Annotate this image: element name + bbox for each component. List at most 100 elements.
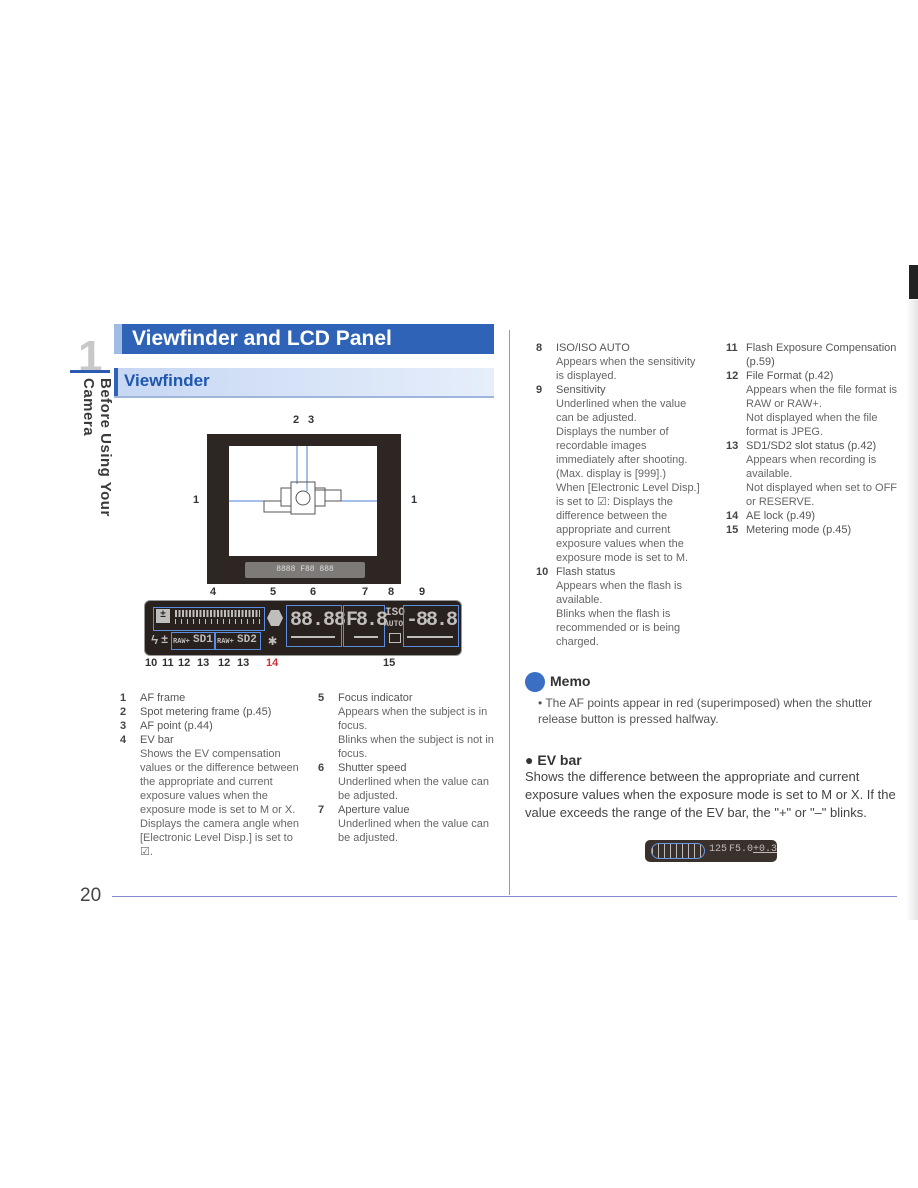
list-item: 10 Flash status Appears when the flash is … [536, 565, 706, 649]
item-description: Appears when the subject is in focus. [338, 706, 488, 732]
item-title: Flash status [556, 566, 616, 578]
item-body: Metering mode (p.45) [746, 523, 898, 537]
item-number: 9 [536, 384, 543, 396]
memo-text-body: The AF points appear in red (superimpose… [538, 696, 873, 726]
item-description: Blinks when the flash is recommended or … [556, 608, 681, 648]
label-8: 8 [388, 586, 395, 598]
iso-indicator: ISO [385, 607, 405, 619]
aperture-display: F8.8 [346, 609, 388, 632]
item-body: Aperture value Underlined when the value … [338, 803, 498, 845]
item-description: Blinks when the subject is not in focus. [338, 734, 494, 760]
label-6: 6 [310, 586, 317, 598]
item-body: File Format (p.42) Appears when the file … [746, 369, 898, 439]
list-item: 2 Spot metering frame (p.45) [120, 705, 300, 719]
label-2: 2 [293, 414, 300, 426]
label-13b: 13 [237, 657, 250, 669]
list-item: 1 AF frame [120, 691, 300, 705]
item-number: 8 [536, 342, 543, 354]
label-7: 7 [362, 586, 369, 598]
items-column-left: 1 AF frame 2 Spot metering frame (p.45) 3 AF … [120, 691, 300, 859]
aperture-underline [354, 636, 378, 638]
memo-title: Memo [550, 673, 591, 689]
page-number: 20 [80, 885, 102, 906]
viewfinder-lcd-strip: 8888 F88 888 [245, 562, 365, 578]
chapter-title: Before Using Your Camera [80, 378, 114, 578]
page-edge-shadow [906, 300, 918, 920]
ev-comp-icon: ± [156, 609, 170, 623]
ev-example-aperture: F5.0 [729, 844, 754, 855]
metering-mode-icon [389, 633, 401, 643]
slot-box-2 [215, 632, 261, 650]
label-1-left: 1 [193, 494, 200, 506]
item-body: Flash Exposure Compensation (p.59) [746, 341, 898, 369]
ev-bar-scale-example [651, 843, 705, 859]
item-title: Sensitivity [556, 384, 606, 396]
list-item: 8 ISO/ISO AUTO Appears when the sensitivit… [536, 341, 706, 383]
item-description: Underlined when the value can be adjuste… [338, 818, 490, 844]
chapter-title-text: Before Using Your Camera [80, 378, 114, 517]
items-column-right-a: 8 ISO/ISO AUTO Appears when the sensitivit… [536, 341, 706, 649]
memo-icon [525, 672, 545, 692]
item-body: AF point (p.44) [140, 719, 300, 733]
item-title: File Format (p.42) [746, 370, 834, 382]
label-10: 10 [145, 657, 158, 669]
item-description: When [Electronic Level Disp.] is set to … [556, 482, 700, 564]
sensitivity-underline [407, 636, 453, 638]
ae-lock-icon: ✱ [268, 633, 278, 650]
ev-bar-heading-text: EV bar [537, 752, 582, 768]
label-12b: 12 [218, 657, 231, 669]
subsection-heading-text: Viewfinder [124, 371, 210, 390]
slot-box-1 [171, 632, 215, 650]
item-body: Sensitivity Underlined when the value can… [556, 383, 706, 565]
item-number: 11 [726, 342, 738, 354]
shutter-underline [291, 636, 335, 638]
item-title: Focus indicator [338, 692, 413, 704]
item-title: Flash Exposure Compensation (p.59) [746, 342, 897, 368]
item-body: EV bar Shows the EV compensation values o… [140, 733, 300, 859]
ev-bar-description: Shows the difference between the appropr… [525, 769, 896, 820]
item-number: 2 [120, 706, 127, 718]
item-description: Displays the number of recordable images… [556, 426, 688, 480]
item-description: Appears when the file format is RAW or R… [746, 384, 898, 410]
item-number: 5 [318, 692, 325, 704]
item-title: AF point (p.44) [140, 720, 213, 732]
items-column-right-b: 11 Flash Exposure Compensation (p.59) 12 Fi… [726, 341, 901, 537]
item-number: 1 [120, 692, 127, 704]
item-title: EV bar [140, 734, 174, 746]
item-body: ISO/ISO AUTO Appears when the sensitivity… [556, 341, 706, 383]
item-number: 4 [120, 734, 127, 746]
list-item: 3 AF point (p.44) [120, 719, 300, 733]
flash-comp-icon: ± [161, 633, 169, 647]
ev-example-value: +0.3 [753, 844, 778, 855]
item-title: AE lock (p.49) [746, 510, 816, 522]
list-item: 12 File Format (p.42) Appears when the fil… [726, 369, 901, 439]
list-item: 11 Flash Exposure Compensation (p.59) [726, 341, 901, 369]
list-item: 4 EV bar Shows the EV compensation values … [120, 733, 300, 859]
list-item: 15 Metering mode (p.45) [726, 523, 901, 537]
label-13a: 13 [197, 657, 210, 669]
item-description: Underlined when the value can be adjuste… [556, 398, 687, 424]
item-number: 12 [726, 370, 739, 382]
section-heading-text: Viewfinder and LCD Panel [132, 327, 392, 350]
item-number: 3 [120, 720, 127, 732]
viewfinder-field [204, 426, 404, 556]
list-item: 13 SD1/SD2 slot status (p.42) Appears when… [726, 439, 901, 509]
item-number: 10 [536, 566, 549, 578]
item-description: Appears when recording is available. [746, 454, 877, 480]
ev-bar-scale [175, 610, 260, 617]
item-body: Spot metering frame (p.45) [140, 705, 300, 719]
item-body: AF frame [140, 691, 300, 705]
item-title: Shutter speed [338, 762, 407, 774]
item-body: SD1/SD2 slot status (p.42) Appears when r… [746, 439, 898, 509]
item-body: AE lock (p.49) [746, 509, 898, 523]
footer-rule [112, 896, 897, 897]
list-item: 7 Aperture value Underlined when the value… [318, 803, 498, 845]
subheading-stripe [114, 368, 118, 396]
chapter-number: 1 [78, 332, 103, 381]
item-description: Shows the EV compensation values or the … [140, 748, 299, 816]
column-divider [509, 330, 510, 895]
item-body: Focus indicator Appears when the subject … [338, 691, 498, 761]
label-12a: 12 [178, 657, 191, 669]
item-title: AF frame [140, 692, 186, 704]
iso-auto-indicator: AUTO [384, 620, 404, 629]
